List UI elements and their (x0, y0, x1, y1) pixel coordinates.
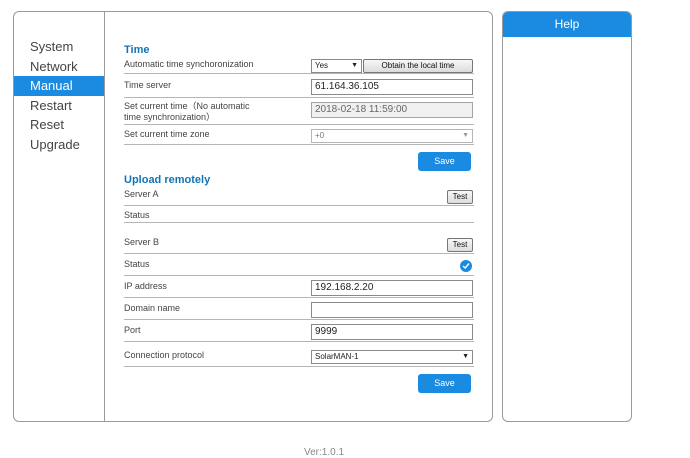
time-save-button[interactable]: Save (418, 152, 471, 171)
set-time-row: Set current time（No automatic time synch… (124, 98, 474, 125)
protocol-label: Connection protocol (124, 350, 205, 360)
time-server-label: Time server (124, 80, 172, 90)
set-time-label: Set current time（No automatic time synch… (124, 101, 250, 123)
caret-down-icon: ▼ (462, 132, 469, 139)
domain-label: Domain name (124, 303, 181, 313)
server-a-row: Server A Test (124, 188, 474, 206)
server-a-label: Server A (124, 189, 159, 199)
sidebar-nav: System Network Manual Restart Reset Upgr… (14, 12, 105, 421)
set-time-label-line2: time synchronization） (124, 112, 216, 122)
time-section-title: Time (124, 44, 150, 56)
server-b-row: Server B Test (124, 236, 474, 254)
sidebar-item-manual[interactable]: Manual (14, 76, 104, 96)
ip-input[interactable]: 192.168.2.20 (311, 280, 473, 296)
time-server-row: Time server 61.164.36.105 (124, 74, 474, 98)
server-a-test-button[interactable]: Test (447, 190, 473, 204)
sidebar-item-network[interactable]: Network (14, 57, 104, 77)
sidebar-item-system[interactable]: System (14, 37, 104, 57)
caret-down-icon: ▼ (351, 62, 358, 69)
check-circle-icon (460, 260, 472, 272)
server-b-label: Server B (124, 237, 160, 247)
help-panel: Help (502, 11, 632, 422)
auto-sync-label: Automatic time synchoronization (124, 59, 254, 69)
timezone-select[interactable]: +0 ▼ (311, 129, 473, 143)
sidebar-item-restart[interactable]: Restart (14, 96, 104, 116)
auto-sync-row: Automatic time synchoronization Yes ▼ Ob… (124, 58, 474, 74)
ip-label: IP address (124, 281, 167, 291)
obtain-local-time-button[interactable]: Obtain the local time (363, 59, 473, 73)
domain-input[interactable] (311, 302, 473, 318)
port-label: Port (124, 325, 141, 335)
timezone-label: Set current time zone (124, 129, 210, 139)
domain-row: Domain name (124, 298, 474, 320)
main-panel: System Network Manual Restart Reset Upgr… (13, 11, 493, 422)
port-row: Port 9999 (124, 320, 474, 342)
protocol-select[interactable]: SolarMAN-1 ▼ (311, 350, 473, 364)
server-b-status-row: Status (124, 254, 474, 276)
port-input[interactable]: 9999 (311, 324, 473, 340)
protocol-row: Connection protocol SolarMAN-1 ▼ (124, 342, 474, 367)
protocol-value: SolarMAN-1 (315, 352, 359, 361)
version-label: Ver:1.0.1 (304, 447, 345, 458)
server-a-status-label: Status (124, 210, 150, 220)
set-time-label-line1: Set current time（No automatic (124, 101, 250, 111)
caret-down-icon: ▼ (462, 353, 469, 360)
content-area: Time Automatic time synchoronization Yes… (124, 12, 474, 421)
sidebar-item-upgrade[interactable]: Upgrade (14, 135, 104, 155)
server-b-test-button[interactable]: Test (447, 238, 473, 252)
sidebar-nav-list: System Network Manual Restart Reset Upgr… (14, 37, 104, 154)
timezone-row: Set current time zone +0 ▼ (124, 125, 474, 145)
auto-sync-value: Yes (315, 61, 329, 70)
upload-section-title: Upload remotely (124, 174, 211, 186)
time-server-input[interactable]: 61.164.36.105 (311, 79, 473, 95)
auto-sync-select[interactable]: Yes ▼ (311, 59, 362, 73)
set-time-input[interactable]: 2018-02-18 11:59:00 (311, 102, 473, 118)
server-a-status-row: Status (124, 206, 474, 223)
ip-row: IP address 192.168.2.20 (124, 276, 474, 298)
help-title: Help (503, 12, 631, 37)
upload-save-button[interactable]: Save (418, 374, 471, 393)
server-b-status-label: Status (124, 259, 150, 269)
sidebar-item-reset[interactable]: Reset (14, 115, 104, 135)
timezone-value: +0 (315, 131, 325, 140)
